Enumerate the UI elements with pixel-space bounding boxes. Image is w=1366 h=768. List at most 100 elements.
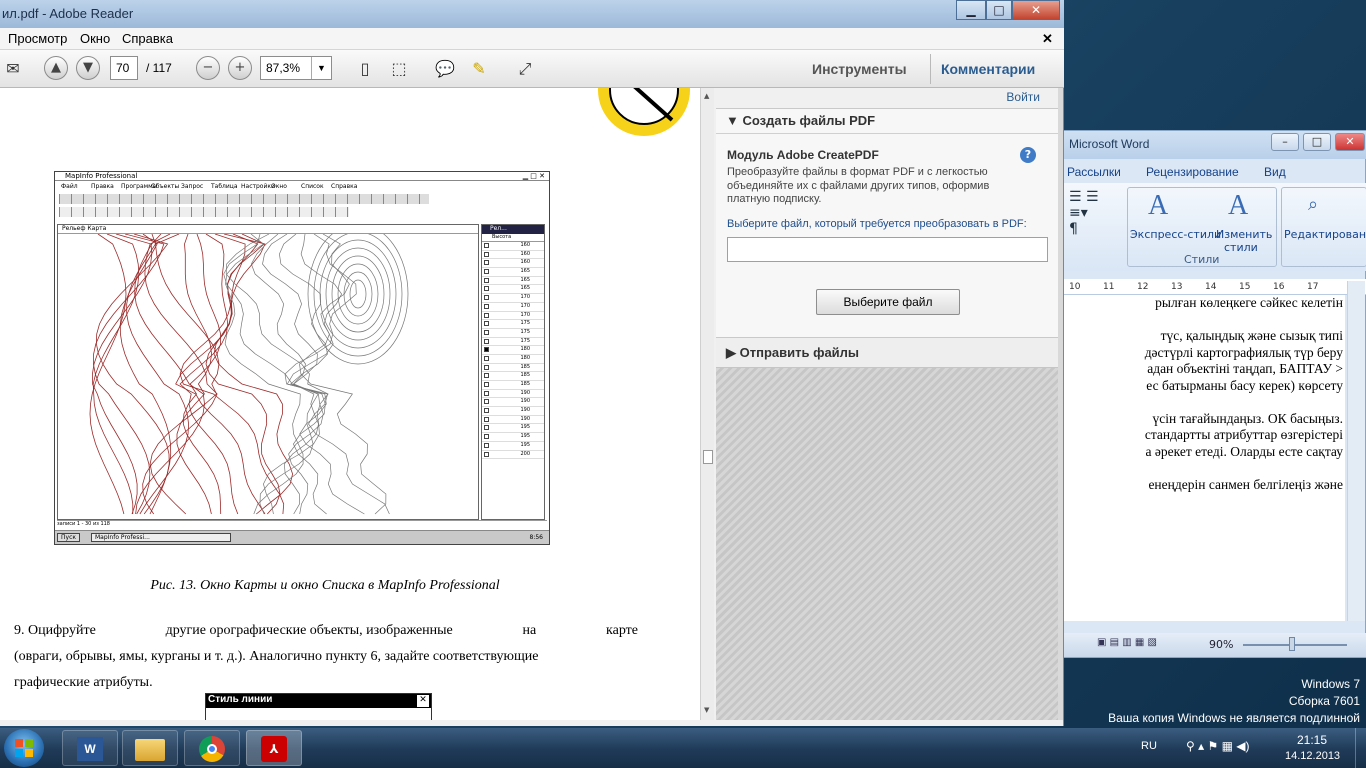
taskbar-word[interactable]: W	[62, 730, 118, 766]
height-list-row: 175	[482, 329, 544, 338]
ruler-number: 12	[1137, 282, 1149, 292]
zoom-dropdown-icon[interactable]: ▼	[311, 57, 331, 79]
close-document-icon[interactable]: ✕	[1042, 31, 1053, 47]
word-doc-line: дәстүрлі картографиялық түр беру	[1144, 344, 1343, 360]
send-files-section[interactable]: ▶ Отправить файлы	[716, 338, 1058, 368]
row-checkbox	[484, 295, 489, 301]
comment-icon[interactable]: 💬	[432, 56, 458, 82]
express-styles-button[interactable]: Экспресс-стили	[1130, 228, 1221, 241]
word-close-button[interactable]: ✕	[1335, 133, 1365, 151]
login-link[interactable]: Войти	[1006, 90, 1040, 104]
zoom-select[interactable]: 87,3% ▼	[260, 56, 332, 80]
send-files-header[interactable]: ▶ Отправить файлы	[726, 345, 859, 361]
editing-group: ⌕ Редактирование	[1281, 187, 1366, 267]
help-icon[interactable]: ?	[1020, 147, 1036, 163]
contour-ring	[343, 271, 373, 317]
fullscreen-icon[interactable]: ⤢	[512, 56, 538, 82]
row-checkbox	[484, 390, 489, 396]
word-doc-line: а әрекет етеді. Оларды есте сақтау	[1145, 443, 1343, 459]
contour-line	[149, 233, 220, 515]
word-zoom-thumb[interactable]	[1289, 637, 1295, 651]
reader-minimize-button[interactable]: ▁	[956, 0, 986, 20]
fit-page-icon[interactable]: ▯	[352, 56, 378, 82]
page-number-input[interactable]: 70	[110, 56, 138, 80]
row-checkbox	[484, 338, 489, 344]
windows-watermark: Windows 7 Сборка 7601 Ваша копия Windows…	[1108, 676, 1360, 727]
word-document-area[interactable]: рылған көлеңкеге сәйкес келетін түс, қалы…	[1063, 281, 1345, 621]
page-total: / 117	[146, 61, 172, 75]
para-word-2: другие орографические объекты, изображен…	[165, 623, 453, 638]
previous-page-button[interactable]: ▲	[44, 56, 68, 80]
scroll-down-icon[interactable]: ▼	[704, 706, 709, 714]
row-checkbox	[484, 312, 489, 318]
zoom-in-button[interactable]: +	[228, 56, 252, 80]
taskbar-explorer[interactable]	[122, 730, 178, 766]
height-list-row: 200	[482, 451, 544, 460]
taskbar-chrome[interactable]	[184, 730, 240, 766]
menu-help[interactable]: Справка	[122, 31, 173, 46]
word-zoom-level[interactable]: 90%	[1209, 638, 1233, 651]
toolbar-divider	[930, 54, 931, 84]
menu-view[interactable]: Просмотр	[8, 31, 67, 46]
tools-tab[interactable]: Инструменты	[812, 61, 907, 77]
word-doc-line: енеңдерін санмен белгілеңіз және	[1148, 476, 1343, 492]
select-file-label: Выберите файл, который требуется преобра…	[727, 218, 1027, 230]
mapinfo-status: записи 1 - 30 из 118	[57, 520, 547, 528]
tab-mailings[interactable]: Рассылки	[1067, 165, 1121, 179]
tab-view[interactable]: Вид	[1264, 165, 1286, 179]
reader-maximize-button[interactable]: □	[986, 0, 1012, 20]
document-scrollbar[interactable]: ▲ ▼	[700, 88, 714, 720]
clock-date[interactable]: 14.12.2013	[1285, 750, 1340, 762]
tab-review[interactable]: Рецензирование	[1146, 165, 1239, 179]
contour-line	[299, 233, 387, 515]
file-path-input[interactable]	[727, 237, 1048, 262]
scrollbar-thumb[interactable]	[703, 450, 713, 464]
adobe-reader-icon: ⅄	[261, 736, 287, 762]
tray-icons[interactable]: ⚲ ▴ ⚑ ▦ ◀)	[1186, 739, 1249, 753]
show-desktop-button[interactable]	[1355, 728, 1366, 768]
folder-icon	[135, 739, 165, 761]
reader-title: ил.pdf - Adobe Reader	[2, 6, 134, 21]
height-list-row: 160	[482, 259, 544, 269]
zoom-out-button[interactable]: −	[196, 56, 220, 80]
height-list-window: Рел... Высота 160 160 160 165 165 165 170 170 17…	[481, 224, 545, 520]
select-file-button[interactable]: Выберите файл	[816, 289, 960, 315]
height-list-row: 160	[482, 242, 544, 251]
change-styles-label-2[interactable]: стили	[1224, 241, 1258, 254]
clock-time[interactable]: 21:15	[1297, 733, 1327, 747]
menu-window[interactable]: Окно	[80, 31, 110, 46]
create-pdf-header[interactable]: ▼ Создать файлы PDF	[726, 113, 875, 128]
fit-width-icon[interactable]: ⬚	[386, 56, 412, 82]
change-styles-label-1[interactable]: Изменить	[1216, 228, 1272, 241]
comments-tab[interactable]: Комментарии	[941, 61, 1035, 77]
view-buttons[interactable]: ▣ ▤ ▥ ▦ ▧	[1097, 637, 1193, 653]
highlight-icon[interactable]: ✎	[466, 56, 492, 82]
word-scrollbar[interactable]	[1347, 281, 1365, 621]
word-minimize-button[interactable]: –	[1271, 133, 1299, 151]
ruler-number: 11	[1103, 282, 1115, 292]
relief-map-window: Рельеф Карта	[57, 224, 479, 520]
word-ruler: 10 11 12 13 14 15 16 17	[1063, 279, 1366, 295]
height-list: 160 160 160 165 165 165 170 170 170 175 175 175 180 1…	[482, 242, 544, 460]
para-word-1: 9. Оцифруйте	[14, 623, 96, 638]
scroll-up-icon[interactable]: ▲	[704, 92, 709, 100]
next-page-button[interactable]: ▼	[76, 56, 100, 80]
pdf-document-view[interactable]: MapInfo Professional ▁ □ ✕ Файл Правка Про…	[0, 88, 714, 720]
figure-caption: Рис. 13. Окно Карты и окно Списка в MapI…	[150, 578, 500, 593]
line-style-dialog: Стиль линии ✕	[205, 693, 432, 720]
mapinfo-taskbar: Пуск MapInfo Professi... 8:56	[55, 530, 549, 544]
word-zoom-slider[interactable]	[1243, 644, 1347, 646]
mail-icon[interactable]: ✉	[0, 56, 26, 82]
word-maximize-button[interactable]: □	[1303, 133, 1331, 151]
start-button[interactable]	[4, 729, 44, 767]
language-indicator[interactable]: RU	[1141, 740, 1157, 752]
height-list-row: 190	[482, 390, 544, 399]
taskbar-adobe-reader[interactable]: ⅄	[246, 730, 302, 766]
paragraph-tools[interactable]: ☰ ☰ ≡▾ ¶	[1069, 189, 1117, 249]
reader-close-button[interactable]: ✕	[1012, 0, 1060, 20]
mapinfo-menu-item: Справка	[331, 183, 358, 190]
word-window: Microsoft Word – □ ✕ Рассылки Рецензиров…	[1062, 130, 1366, 658]
mapinfo-task: MapInfo Professi...	[91, 533, 231, 542]
row-checkbox	[484, 303, 489, 309]
editing-button[interactable]: Редактирование	[1284, 228, 1366, 241]
